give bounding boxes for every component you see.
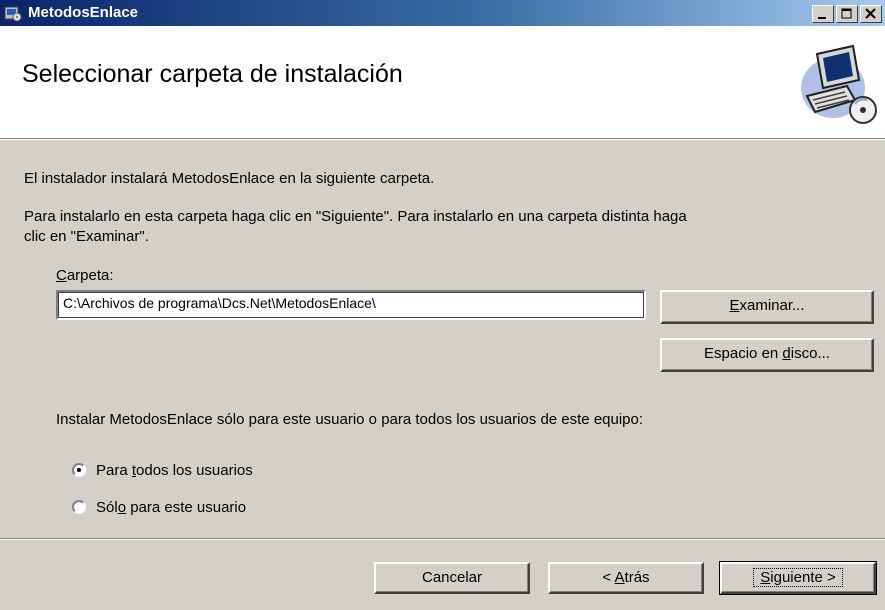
footer-divider xyxy=(0,538,885,540)
folder-label: Carpeta: xyxy=(56,267,114,284)
window-title: MetodosEnlace xyxy=(28,4,139,21)
title-bar[interactable]: MetodosEnlace xyxy=(0,0,885,26)
install-scope-question: Instalar MetodosEnlace sólo para este us… xyxy=(56,411,644,428)
folder-path-value: C:\Archivos de programa\Dcs.Net\MetodosE… xyxy=(63,295,376,311)
radio-this-user-button[interactable] xyxy=(72,500,86,514)
next-button[interactable]: Siguiente > xyxy=(719,561,877,595)
next-button-focus-rect: Siguiente > xyxy=(753,568,843,587)
back-button[interactable]: < Atrás xyxy=(548,562,704,594)
cancel-button[interactable]: Cancelar xyxy=(374,562,530,594)
radio-selected-dot xyxy=(77,468,81,472)
close-icon[interactable] xyxy=(860,5,882,23)
installer-app-icon xyxy=(4,6,22,22)
page-title: Seleccionar carpeta de instalación xyxy=(22,60,403,88)
instructions-text-line2: clic en "Examinar". xyxy=(24,228,149,245)
radio-all-users-label[interactable]: Para todos los usuarios xyxy=(96,462,253,479)
instructions-text-line1: Para instalarlo en esta carpeta haga cli… xyxy=(24,208,687,225)
header-panel: Seleccionar carpeta de instalación xyxy=(0,26,885,139)
disk-space-button[interactable]: Espacio en disco... xyxy=(660,338,874,372)
radio-all-users-button[interactable] xyxy=(72,463,86,477)
intro-text: El instalador instalará MetodosEnlace en… xyxy=(24,170,435,187)
radio-this-user-label[interactable]: Sólo para este usuario xyxy=(96,499,246,516)
maximize-icon[interactable] xyxy=(836,5,858,23)
browse-button[interactable]: Examinar... xyxy=(660,290,874,324)
computer-cd-icon xyxy=(801,44,877,124)
minimize-icon[interactable] xyxy=(812,5,834,23)
folder-path-input[interactable]: C:\Archivos de programa\Dcs.Net\MetodosE… xyxy=(56,290,646,320)
